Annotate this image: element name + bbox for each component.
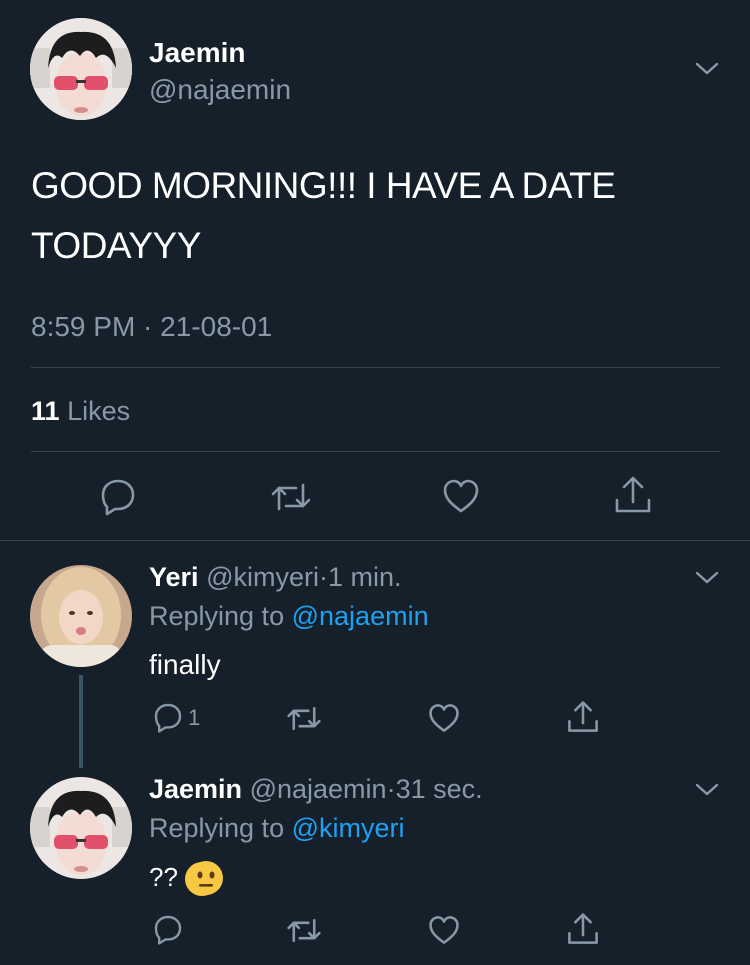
- retweet-icon[interactable]: [270, 480, 312, 514]
- reply-icon[interactable]: [98, 476, 138, 516]
- replying-prefix: Replying to: [149, 601, 285, 631]
- share-icon[interactable]: [613, 474, 653, 516]
- reply-time[interactable]: 31 sec.: [396, 774, 483, 804]
- reply-header: Yeri @kimyeri·1 min.: [149, 562, 402, 593]
- reply-time[interactable]: 1 min.: [328, 562, 402, 592]
- separator: ·: [318, 562, 328, 592]
- replying-to-link[interactable]: @najaemin: [292, 601, 429, 631]
- reply-icon[interactable]: [152, 913, 184, 945]
- reply-text-content: ??: [149, 862, 178, 892]
- chevron-down-icon[interactable]: [694, 781, 720, 799]
- separator: ·: [386, 774, 396, 804]
- reply-header: Jaemin @najaemin·31 sec.: [149, 774, 483, 805]
- author-name[interactable]: Jaemin: [149, 37, 246, 69]
- chevron-down-icon[interactable]: [694, 569, 720, 587]
- heart-icon[interactable]: [427, 914, 461, 946]
- avatar-jaemin[interactable]: [30, 777, 132, 879]
- retweet-icon[interactable]: [286, 704, 322, 733]
- tweet-text: GOOD MORNING!!! I HAVE A DATE TODAYYY: [31, 165, 616, 266]
- reply-author-name[interactable]: Jaemin: [149, 774, 242, 804]
- neutral-face-emoji-icon: [188, 860, 224, 901]
- reply-count: 1: [188, 705, 201, 730]
- reply-author-name[interactable]: Yeri: [149, 562, 199, 592]
- heart-icon[interactable]: [441, 477, 481, 515]
- retweet-icon[interactable]: [286, 916, 322, 945]
- share-icon[interactable]: [566, 699, 600, 735]
- chevron-down-icon[interactable]: [694, 60, 720, 78]
- divider: [31, 451, 720, 452]
- avatar-yeri[interactable]: [30, 565, 132, 667]
- divider: [31, 367, 720, 368]
- thread-line: [79, 675, 83, 768]
- likes-label: Likes: [67, 396, 131, 426]
- share-icon[interactable]: [566, 911, 600, 947]
- reply-text: finally: [149, 649, 221, 680]
- tweet-timestamp[interactable]: 8:59 PM · 21-08-01: [31, 311, 272, 343]
- likes-stat[interactable]: 11 Likes: [31, 396, 130, 427]
- divider: [0, 540, 750, 541]
- avatar-jaemin[interactable]: [30, 18, 132, 120]
- replying-prefix: Replying to: [149, 813, 285, 843]
- heart-icon[interactable]: [427, 702, 461, 734]
- reply-icon[interactable]: [152, 701, 184, 733]
- author-handle[interactable]: @najaemin: [149, 74, 291, 106]
- replying-to-link[interactable]: @kimyeri: [292, 813, 405, 843]
- likes-count: 11: [31, 396, 60, 426]
- replying-to: Replying to @kimyeri: [149, 813, 405, 844]
- reply-author-handle[interactable]: @najaemin: [250, 774, 387, 804]
- reply-author-handle[interactable]: @kimyeri: [206, 562, 319, 592]
- replying-to: Replying to @najaemin: [149, 601, 429, 632]
